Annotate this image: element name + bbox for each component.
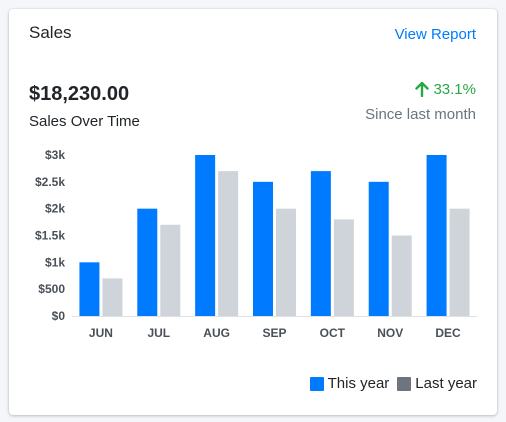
chart-legend: This year Last year (302, 375, 477, 392)
bar-last-year-jul[interactable] (160, 224, 181, 316)
bar-last-year-nov[interactable] (391, 235, 412, 317)
bar-this-year-dec[interactable] (426, 155, 447, 316)
y-tick-label: $2.5k (35, 175, 65, 189)
bar-last-year-jun[interactable] (102, 278, 123, 316)
sales-card: Sales View Report $18,230.00 Sales Over … (9, 9, 497, 415)
y-tick-label: $500 (38, 282, 65, 296)
bar-last-year-dec[interactable] (449, 208, 470, 316)
x-tick-label: AUG (203, 326, 230, 340)
legend-item-last-year[interactable]: Last year (397, 375, 477, 392)
y-tick-label: $1k (45, 255, 65, 269)
bar-this-year-sep[interactable] (253, 181, 273, 316)
bar-last-year-sep[interactable] (276, 208, 296, 316)
x-tick-label: JUL (147, 326, 170, 340)
x-tick-label: NOV (377, 326, 403, 340)
legend-label-this-year: This year (327, 375, 390, 392)
y-tick-label: $2k (45, 202, 65, 216)
legend-swatch-last-year (397, 376, 412, 391)
legend-item-this-year[interactable]: This year (309, 375, 390, 392)
y-tick-label: $0 (52, 309, 66, 323)
bar-last-year-aug[interactable] (218, 171, 239, 316)
bar-this-year-oct[interactable] (310, 171, 331, 316)
x-tick-label: OCT (320, 326, 346, 340)
bar-last-year-oct[interactable] (333, 219, 354, 316)
bar-this-year-aug[interactable] (195, 155, 216, 316)
x-tick-label: JUN (89, 326, 113, 340)
bar-this-year-jul[interactable] (137, 208, 158, 316)
legend-swatch-this-year (309, 376, 324, 391)
y-tick-label: $3k (45, 148, 65, 162)
bar-this-year-jun[interactable] (79, 262, 100, 316)
bar-this-year-nov[interactable] (368, 181, 389, 316)
y-tick-label: $1.5k (35, 229, 65, 243)
sales-bar-chart: $0 $500 $1k $1.5k $2k $2.5k $3k JUN JUL AUG SEP OCT… (35, 148, 477, 340)
x-tick-label: DEC (435, 326, 461, 340)
legend-label-last-year: Last year (415, 375, 477, 392)
x-tick-label: SEP (262, 326, 286, 340)
